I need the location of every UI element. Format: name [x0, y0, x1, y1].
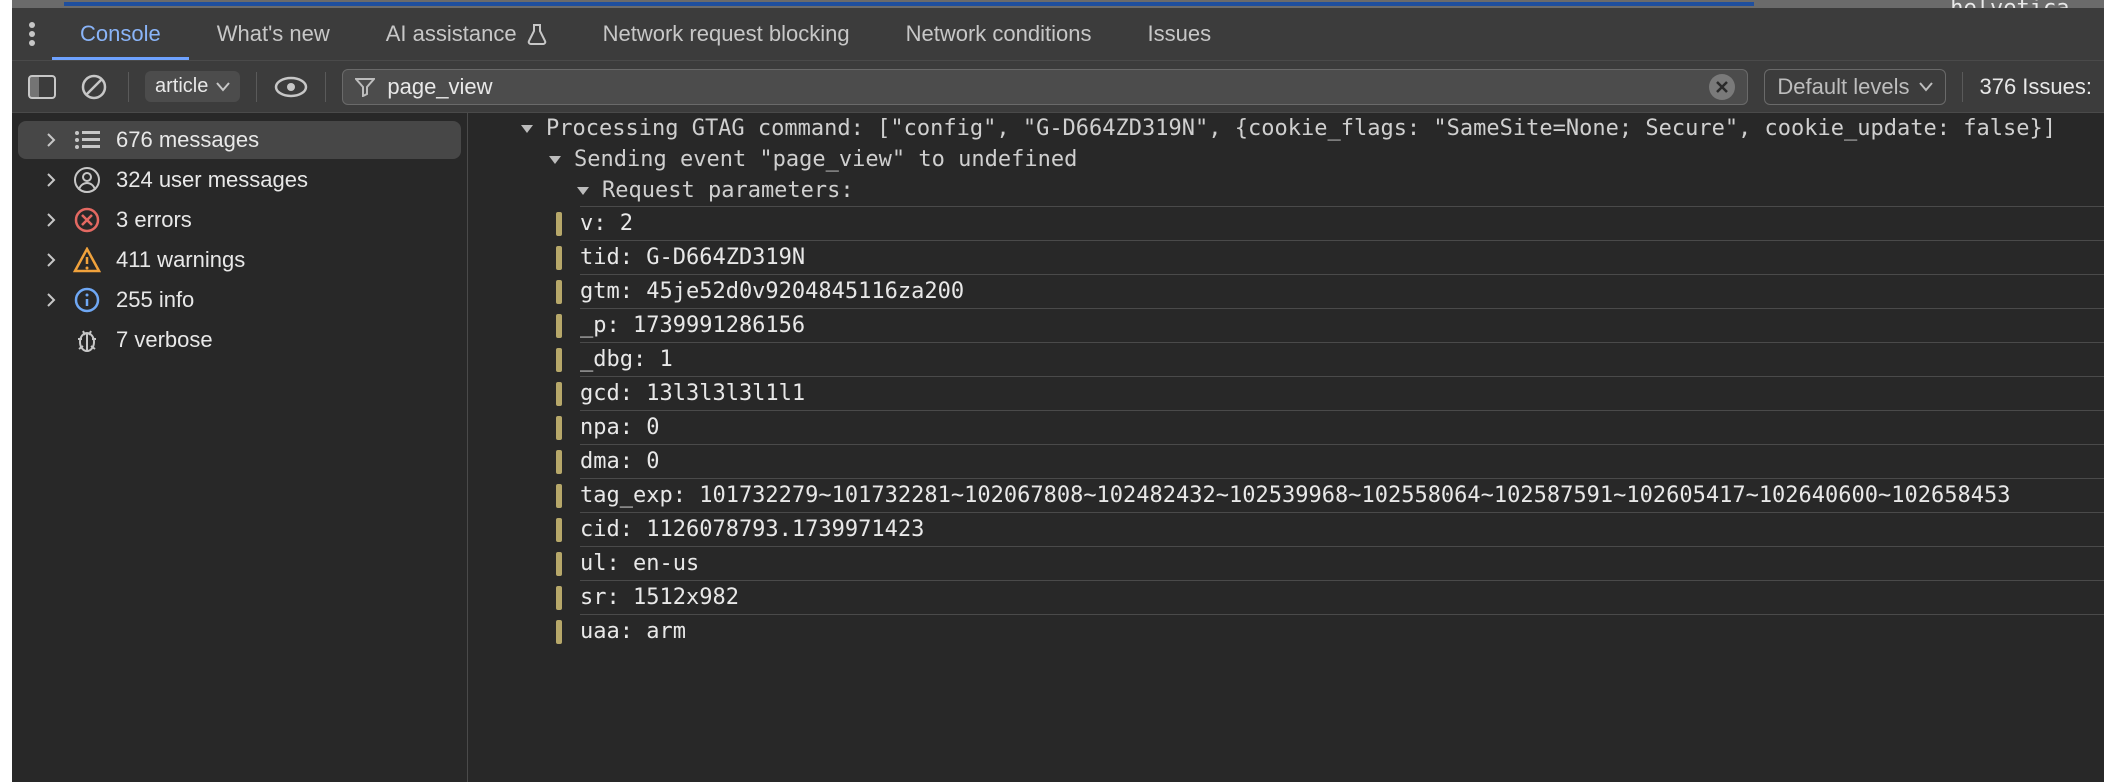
log-param-row[interactable]: npa: 0: [580, 410, 2104, 444]
log-group-header[interactable]: Processing GTAG command: ["config", "G-D…: [518, 113, 2104, 144]
log-param-text: v: 2: [580, 211, 633, 236]
sidebar-item-label: 3 errors: [116, 207, 192, 233]
bug-icon: [72, 327, 102, 353]
tab-issues[interactable]: Issues: [1119, 8, 1239, 60]
log-level-marker: [556, 484, 562, 508]
log-param-text: tag_exp: 101732279~101732281~102067808~1…: [580, 483, 2010, 508]
toolbar-divider: [1962, 72, 1963, 102]
log-param-text: npa: 0: [580, 415, 659, 440]
toolbar-divider: [325, 72, 326, 102]
log-param-text: tid: G-D664ZD319N: [580, 245, 805, 270]
tab-console[interactable]: Console: [52, 8, 189, 60]
log-level-marker: [556, 212, 562, 236]
log-level-marker: [556, 552, 562, 576]
chevron-right-icon: [44, 173, 58, 187]
list-icon: [72, 130, 102, 150]
context-selector[interactable]: article: [145, 71, 240, 102]
error-icon: [72, 207, 102, 233]
sidebar-item-label: 411 warnings: [116, 247, 245, 273]
chevron-down-icon: [216, 82, 230, 92]
live-expression-icon[interactable]: [273, 69, 309, 105]
log-param-row[interactable]: _dbg: 1: [580, 342, 2104, 376]
tab-network-request-blocking[interactable]: Network request blocking: [575, 8, 878, 60]
log-level-marker: [556, 416, 562, 440]
log-param-row[interactable]: uaa: arm: [580, 614, 2104, 648]
sidebar-item-errors[interactable]: 3 errors: [18, 201, 461, 239]
log-level-marker: [556, 348, 562, 372]
user-icon: [72, 167, 102, 193]
log-param-row[interactable]: tag_exp: 101732279~101732281~102067808~1…: [580, 478, 2104, 512]
console-toolbar: article Default levels 376 Issues:: [12, 60, 2104, 112]
log-param-text: sr: 1512x982: [580, 585, 739, 610]
kebab-menu-icon[interactable]: [12, 8, 52, 60]
log-param-row[interactable]: tid: G-D664ZD319N: [580, 240, 2104, 274]
tab-ai-assistance[interactable]: AI assistance: [358, 8, 575, 60]
warning-icon: [72, 247, 102, 273]
flask-icon: [527, 23, 547, 45]
log-param-text: gtm: 45je52d0v9204845116za200: [580, 279, 964, 304]
sidebar-item-label: 676 messages: [116, 127, 259, 153]
console-sidebar: 676 messages 324 user messages 3 errors …: [12, 113, 468, 782]
log-param-text: uaa: arm: [580, 619, 686, 644]
clear-filter-icon[interactable]: [1709, 74, 1735, 100]
sidebar-item-warnings[interactable]: 411 warnings: [18, 241, 461, 279]
log-level-marker: [556, 314, 562, 338]
log-group-header[interactable]: Request parameters:: [518, 175, 2104, 206]
log-param-row[interactable]: ul: en-us: [580, 546, 2104, 580]
caret-down-icon: [518, 123, 536, 135]
console-filter[interactable]: [342, 69, 1748, 105]
chevron-down-icon: [1919, 82, 1933, 92]
log-levels-selector[interactable]: Default levels: [1764, 69, 1946, 105]
log-param-text: _p: 1739991286156: [580, 313, 805, 338]
log-text: Request parameters:: [602, 178, 854, 203]
sidebar-item-messages[interactable]: 676 messages: [18, 121, 461, 159]
log-level-marker: [556, 586, 562, 610]
log-param-row[interactable]: gcd: 13l3l3l3l1l1: [580, 376, 2104, 410]
chevron-right-icon: [44, 293, 58, 307]
log-level-marker: [556, 280, 562, 304]
caret-down-icon: [546, 154, 564, 166]
log-param-row[interactable]: cid: 1126078793.1739971423: [580, 512, 2104, 546]
log-param-row[interactable]: v: 2: [580, 206, 2104, 240]
clear-console-icon[interactable]: [76, 69, 112, 105]
log-param-row[interactable]: gtm: 45je52d0v9204845116za200: [580, 274, 2104, 308]
filter-input[interactable]: [387, 74, 1697, 100]
tab-whats-new[interactable]: What's new: [189, 8, 358, 60]
log-param-row[interactable]: sr: 1512x982: [580, 580, 2104, 614]
caret-down-icon: [574, 185, 592, 197]
issues-counter[interactable]: 376 Issues:: [1979, 74, 2092, 100]
sidebar-item-info[interactable]: 255 info: [18, 281, 461, 319]
log-level-marker: [556, 518, 562, 542]
log-param-text: _dbg: 1: [580, 347, 673, 372]
console-log-area[interactable]: Processing GTAG command: ["config", "G-D…: [468, 113, 2104, 782]
log-level-marker: [556, 450, 562, 474]
log-param-text: gcd: 13l3l3l3l1l1: [580, 381, 805, 406]
sidebar-item-user-messages[interactable]: 324 user messages: [18, 161, 461, 199]
sidebar-item-label: 7 verbose: [116, 327, 213, 353]
toggle-sidebar-icon[interactable]: [24, 69, 60, 105]
log-text: Processing GTAG command: ["config", "G-D…: [546, 116, 2056, 141]
chevron-right-icon: [44, 133, 58, 147]
sidebar-item-label: 255 info: [116, 287, 194, 313]
log-param-text: dma: 0: [580, 449, 659, 474]
toolbar-divider: [256, 72, 257, 102]
sidebar-item-label: 324 user messages: [116, 167, 308, 193]
log-level-marker: [556, 382, 562, 406]
info-icon: [72, 287, 102, 313]
log-param-text: ul: en-us: [580, 551, 699, 576]
log-level-marker: [556, 620, 562, 644]
log-param-text: cid: 1126078793.1739971423: [580, 517, 924, 542]
toolbar-divider: [128, 72, 129, 102]
sidebar-item-verbose[interactable]: 7 verbose: [18, 321, 461, 359]
log-param-row[interactable]: _p: 1739991286156: [580, 308, 2104, 342]
tab-network-conditions[interactable]: Network conditions: [878, 8, 1120, 60]
log-group-header[interactable]: Sending event "page_view" to undefined: [518, 144, 2104, 175]
devtools-tabbar: Console What's new AI assistance Network…: [12, 8, 2104, 60]
log-level-marker: [556, 246, 562, 270]
log-text: Sending event "page_view" to undefined: [574, 147, 1077, 172]
filter-icon: [355, 77, 375, 97]
chevron-right-icon: [44, 213, 58, 227]
log-param-row[interactable]: dma: 0: [580, 444, 2104, 478]
chevron-right-icon: [44, 253, 58, 267]
